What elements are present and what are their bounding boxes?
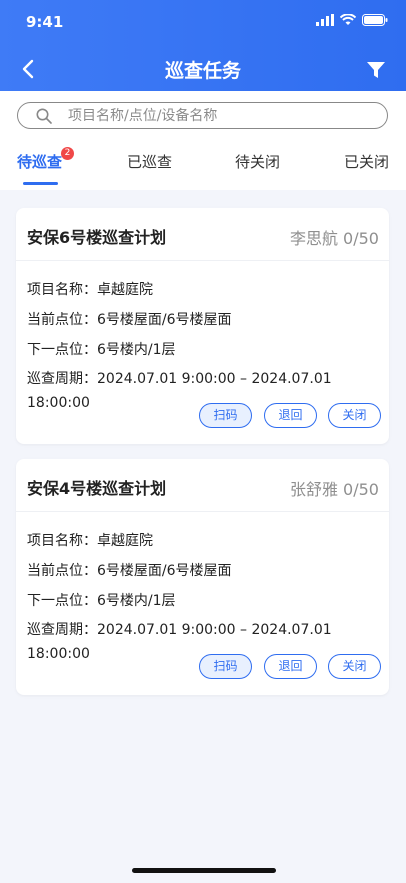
search-input[interactable] xyxy=(66,104,370,128)
next-point: 下一点位：6号楼内/1层 xyxy=(27,342,176,358)
task-assignee-progress: 张舒雅 0/50 xyxy=(289,480,379,499)
tab-badge: 2 xyxy=(61,147,74,160)
patrol-period-end: 18:00:00 xyxy=(27,395,90,411)
active-tab-underline xyxy=(23,182,58,185)
current-point: 当前点位：6号楼屋面/6号楼屋面 xyxy=(27,312,232,328)
page-title: 巡查任务 xyxy=(164,60,241,82)
filter-funnel-icon[interactable] xyxy=(366,60,386,80)
project-name: 项目名称：卓越庭院 xyxy=(27,533,153,549)
search-icon xyxy=(36,108,52,124)
patrol-period: 巡查周期：2024.07.01 9:00:00 – 2024.07.01 xyxy=(27,622,332,638)
tab-closed[interactable]: 已关闭 xyxy=(344,151,389,172)
tab-patrolled[interactable]: 已巡查 xyxy=(127,151,172,172)
patrol-period: 巡查周期：2024.07.01 9:00:00 – 2024.07.01 xyxy=(27,371,332,387)
tab-pending-patrol[interactable]: 待巡查 xyxy=(17,151,62,172)
close-button[interactable]: 关闭 xyxy=(328,654,381,679)
status-icons xyxy=(316,14,388,26)
current-point: 当前点位：6号楼屋面/6号楼屋面 xyxy=(27,563,232,579)
search-area xyxy=(0,91,406,139)
scan-button[interactable]: 扫码 xyxy=(199,403,252,428)
return-button[interactable]: 退回 xyxy=(264,654,317,679)
task-card[interactable]: 安保4号楼巡查计划 张舒雅 0/50 项目名称：卓越庭院 当前点位：6号楼屋面/… xyxy=(16,459,389,695)
next-point: 下一点位：6号楼内/1层 xyxy=(27,593,176,609)
card-header: 安保6号楼巡查计划 李思航 0/50 xyxy=(16,208,389,261)
card-header: 安保4号楼巡查计划 张舒雅 0/50 xyxy=(16,459,389,512)
tab-pending-close[interactable]: 待关闭 xyxy=(235,151,280,172)
task-assignee-progress: 李思航 0/50 xyxy=(289,229,379,248)
status-time: 9:41 xyxy=(26,13,64,31)
task-title: 安保6号楼巡查计划 xyxy=(27,228,167,247)
home-indicator xyxy=(132,868,276,873)
tab-bar: 待巡查 2 已巡查 待关闭 已关闭 xyxy=(0,139,406,190)
task-card[interactable]: 安保6号楼巡查计划 李思航 0/50 项目名称：卓越庭院 当前点位：6号楼屋面/… xyxy=(16,208,389,444)
wifi-icon xyxy=(340,14,356,25)
app-header: 9:41 巡查任务 xyxy=(0,0,406,91)
patrol-period-end: 18:00:00 xyxy=(27,646,90,662)
signal-icon xyxy=(316,14,334,26)
search-box[interactable] xyxy=(17,102,388,129)
return-button[interactable]: 退回 xyxy=(264,403,317,428)
task-title: 安保4号楼巡查计划 xyxy=(27,479,167,498)
project-name: 项目名称：卓越庭院 xyxy=(27,282,153,298)
battery-icon xyxy=(362,14,388,26)
scan-button[interactable]: 扫码 xyxy=(199,654,252,679)
close-button[interactable]: 关闭 xyxy=(328,403,381,428)
